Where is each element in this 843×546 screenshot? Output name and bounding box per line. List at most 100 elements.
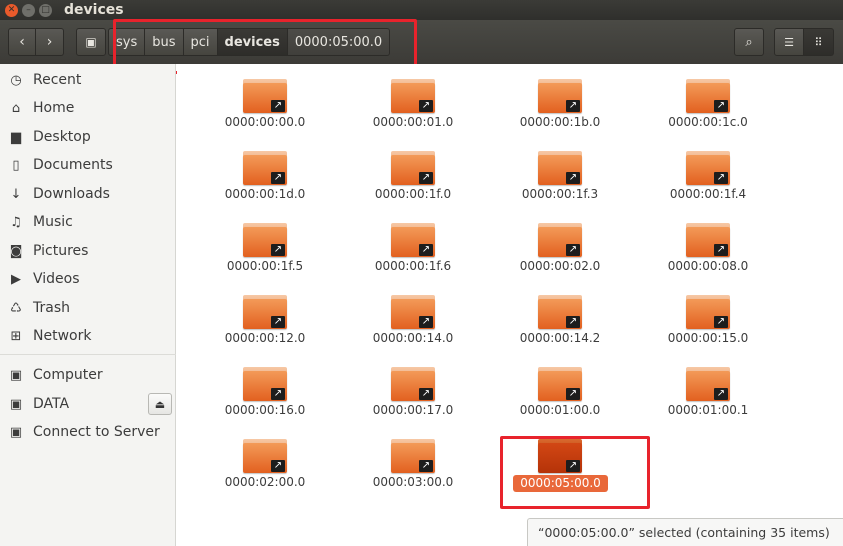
- sidebar-item-downloads[interactable]: ↓ Downloads: [0, 181, 176, 207]
- back-button[interactable]: ‹: [8, 28, 36, 56]
- search-button[interactable]: ⌕: [734, 28, 764, 56]
- folder-item[interactable]: ↗ 0000:00:16.0: [200, 352, 330, 420]
- root-location-button[interactable]: ▣: [76, 28, 106, 56]
- computer-icon: ▣: [9, 367, 23, 383]
- sidebar-item-label: DATA: [33, 396, 70, 412]
- folder-link-icon: ↗: [538, 439, 582, 473]
- sidebar-item-recent[interactable]: ◷ Recent: [0, 67, 176, 93]
- folder-item[interactable]: ↗ 0000:00:14.2: [495, 280, 625, 348]
- sidebar-item-label: Desktop: [33, 129, 91, 145]
- folder-item[interactable]: ↗ 0000:01:00.0: [495, 352, 625, 420]
- minimize-window-button[interactable]: –: [22, 3, 35, 17]
- download-icon: ↓: [10, 186, 22, 202]
- chevron-left-icon: ‹: [19, 34, 25, 50]
- sidebar-item-pictures[interactable]: ◙ Pictures: [0, 238, 176, 264]
- sidebar: ◷ Recent ⌂ Home ▆ Desktop ▯ Documents ↓ …: [0, 64, 176, 546]
- folder-label: 0000:00:1f.0: [374, 187, 452, 201]
- folder-link-icon: ↗: [391, 79, 435, 113]
- symlink-arrow-icon: ↗: [566, 316, 580, 328]
- file-grid: ↗ 0000:00:00.0 ↗ 0000:00:01.0 ↗ 0000:00:1b.0 ↗…: [177, 64, 843, 546]
- folder-item[interactable]: ↗ 0000:00:02.0: [495, 208, 625, 276]
- breadcrumb-0000-05-00-0[interactable]: 0000:05:00.0: [287, 28, 391, 56]
- folder-label: 0000:00:12.0: [224, 331, 306, 345]
- symlink-arrow-icon: ↗: [271, 100, 285, 112]
- folder-item[interactable]: ↗ 0000:00:17.0: [348, 352, 478, 420]
- folder-link-icon: ↗: [391, 295, 435, 329]
- symlink-arrow-icon: ↗: [566, 460, 580, 472]
- folder-item[interactable]: ↗ 0000:00:1f.6: [348, 208, 478, 276]
- folder-item[interactable]: ↗ 0000:00:14.0: [348, 280, 478, 348]
- grid-view-button[interactable]: ⠿: [804, 28, 834, 56]
- symlink-arrow-icon: ↗: [271, 460, 285, 472]
- sidebar-item-network[interactable]: ⊞ Network: [0, 323, 176, 349]
- symlink-arrow-icon: ↗: [566, 100, 580, 112]
- folder-label: 0000:03:00.0: [372, 475, 454, 489]
- folder-link-icon: ↗: [243, 439, 287, 473]
- folder-label: 0000:05:00.0: [513, 475, 608, 492]
- folder-item[interactable]: ↗ 0000:00:1c.0: [643, 64, 773, 132]
- sidebar-item-videos[interactable]: ▶ Videos: [0, 266, 176, 292]
- sidebar-item-trash[interactable]: ♺ Trash: [0, 295, 176, 321]
- forward-button[interactable]: ›: [36, 28, 64, 56]
- sidebar-item-label: Computer: [33, 367, 103, 383]
- folder-link-icon: ↗: [243, 223, 287, 257]
- clock-icon: ◷: [10, 72, 22, 88]
- breadcrumb-pci[interactable]: pci: [183, 28, 218, 56]
- sidebar-item-documents[interactable]: ▯ Documents: [0, 152, 176, 178]
- breadcrumb: sys bus pci devices 0000:05:00.0: [108, 28, 391, 56]
- folder-link-icon: ↗: [243, 295, 287, 329]
- eject-icon: ⏏: [154, 397, 166, 411]
- folder-item[interactable]: ↗ 0000:00:1f.5: [200, 208, 330, 276]
- sidebar-divider: [0, 354, 176, 355]
- folder-item[interactable]: ↗ 0000:01:00.1: [643, 352, 773, 420]
- sidebar-item-music[interactable]: ♫ Music: [0, 209, 176, 235]
- folder-item[interactable]: ↗ 0000:00:1f.3: [495, 136, 625, 204]
- folder-item[interactable]: ↗ 0000:05:00.0: [495, 424, 625, 492]
- breadcrumb-bus[interactable]: bus: [145, 28, 184, 56]
- sidebar-item-label: Recent: [33, 72, 82, 88]
- home-icon: ⌂: [11, 100, 21, 116]
- close-window-button[interactable]: ✕: [5, 3, 18, 17]
- folder-item[interactable]: ↗ 0000:02:00.0: [200, 424, 330, 492]
- breadcrumb-sys[interactable]: sys: [108, 28, 146, 56]
- folder-item[interactable]: ↗ 0000:00:08.0: [643, 208, 773, 276]
- folder-item[interactable]: ↗ 0000:00:1f.4: [643, 136, 773, 204]
- folder-label: 0000:00:14.2: [519, 331, 601, 345]
- folder-item[interactable]: ↗ 0000:00:00.0: [200, 64, 330, 132]
- sidebar-item-desktop[interactable]: ▆ Desktop: [0, 124, 176, 150]
- sidebar-item-computer[interactable]: ▣ Computer: [0, 362, 176, 388]
- folder-link-icon: ↗: [391, 367, 435, 401]
- folder-link-icon: ↗: [686, 223, 730, 257]
- sidebar-item-connect-to-server[interactable]: ▣ Connect to Server: [0, 419, 176, 445]
- folder-link-icon: ↗: [538, 295, 582, 329]
- sidebar-item-home[interactable]: ⌂ Home: [0, 95, 176, 121]
- folder-link-icon: ↗: [243, 151, 287, 185]
- symlink-arrow-icon: ↗: [271, 172, 285, 184]
- folder-link-icon: ↗: [686, 151, 730, 185]
- folder-label: 0000:00:15.0: [667, 331, 749, 345]
- eject-button[interactable]: ⏏: [148, 393, 172, 415]
- folder-link-icon: ↗: [538, 151, 582, 185]
- breadcrumb-devices[interactable]: devices: [217, 28, 288, 56]
- sidebar-item-label: Trash: [33, 300, 70, 316]
- search-icon: ⌕: [745, 34, 753, 50]
- symlink-arrow-icon: ↗: [271, 316, 285, 328]
- folder-item[interactable]: ↗ 0000:00:15.0: [643, 280, 773, 348]
- folder-item[interactable]: ↗ 0000:00:01.0: [348, 64, 478, 132]
- folder-label: 0000:00:1f.4: [669, 187, 747, 201]
- sidebar-item-label: Documents: [33, 157, 113, 173]
- list-view-button[interactable]: ☰: [774, 28, 804, 56]
- folder-item[interactable]: ↗ 0000:00:1b.0: [495, 64, 625, 132]
- folder-item[interactable]: ↗ 0000:03:00.0: [348, 424, 478, 492]
- folder-link-icon: ↗: [686, 367, 730, 401]
- document-icon: ▯: [12, 157, 20, 173]
- folder-link-icon: ↗: [243, 367, 287, 401]
- folder-label: 0000:00:01.0: [372, 115, 454, 129]
- folder-item[interactable]: ↗ 0000:00:1f.0: [348, 136, 478, 204]
- folder-item[interactable]: ↗ 0000:00:12.0: [200, 280, 330, 348]
- folder-item[interactable]: ↗ 0000:00:1d.0: [200, 136, 330, 204]
- folder-link-icon: ↗: [538, 367, 582, 401]
- folder-label: 0000:00:1f.5: [226, 259, 304, 273]
- maximize-window-button[interactable]: □: [39, 3, 52, 17]
- music-icon: ♫: [10, 214, 22, 230]
